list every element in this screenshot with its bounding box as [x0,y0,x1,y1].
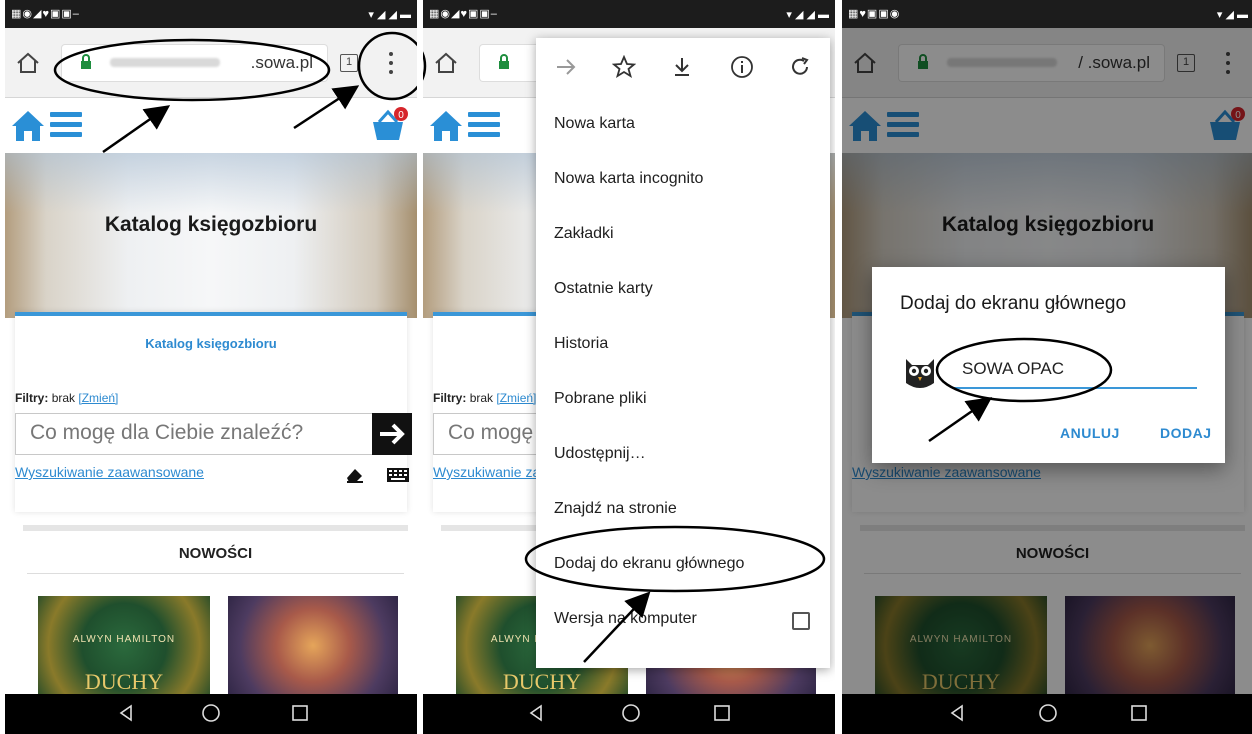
status-bar: ▦♥▣▣◉ ▾ ◢ ▬ [842,0,1252,28]
home-icon[interactable] [15,50,41,76]
browser-toolbar: .sowa.pl 1 [5,28,417,98]
desktop-site-checkbox[interactable] [792,612,810,630]
search-tools [347,468,409,483]
eraser-icon [347,469,362,482]
system-indicators: ▾ ◢ ◢ ▬ [368,9,411,21]
book-cover-2[interactable] [228,596,398,706]
screenshot-panel-2: ▦◉◢♥▣▣– ▾ ◢ ◢ ▬ Filtry: brak [Zmień] Co … [423,0,835,734]
menu-item-share[interactable]: Udostępnij… [554,445,646,463]
menu-item-find-in-page[interactable]: Znajdź na stronie [554,500,677,518]
screenshot-panel-3: ▦♥▣▣◉ ▾ ◢ ▬ / .sowa.pl 1 0 Katalog księg… [842,0,1252,734]
status-bar: ▦◉◢♥▣▣– ▾ ◢ ◢ ▬ [5,0,417,28]
android-nav-bar [423,694,835,734]
url-domain: .sowa.pl [250,53,313,72]
site-header: 0 [5,98,417,153]
search-input[interactable]: Co mogę dla Ciebie znaleźć? [15,413,375,455]
site-home-icon[interactable] [9,108,47,144]
advanced-search-link[interactable]: Wyszukiwanie zaawansowane [15,464,204,480]
home-icon[interactable] [433,50,459,76]
forward-icon[interactable] [554,55,578,79]
home-circle-icon[interactable] [1038,703,1058,723]
desktop-site-label: Wersja na komputer [554,610,697,627]
blurred-subdomain [110,58,220,67]
notification-icons: ▦◉◢♥▣▣– [429,8,498,20]
basket-icon[interactable]: 0 [369,106,409,144]
hamburger-menu-icon[interactable] [468,112,500,138]
filters-value: brak [51,391,76,405]
book-cover-1[interactable]: ALWYN HAMILTON DUCHY [38,596,210,706]
filters-label: Filtry: [15,391,49,405]
status-bar: ▦◉◢♥▣▣– ▾ ◢ ◢ ▬ [423,0,835,28]
android-nav-bar [842,694,1252,734]
menu-item-desktop-site[interactable]: Wersja na komputer [554,610,824,630]
more-menu-icon[interactable] [388,52,394,74]
system-indicators: ▾ ◢ ◢ ▬ [786,9,829,21]
search-submit-arrow-icon[interactable] [372,413,412,455]
cancel-button[interactable]: ANULUJ [1060,425,1120,441]
search-card-title: Katalog księgozbioru [145,336,277,351]
back-icon[interactable] [117,703,135,723]
menu-item-downloads[interactable]: Pobrane pliki [554,390,647,408]
notification-icons: ▦◉◢♥▣▣– [11,8,80,20]
filters-label: Filtry: [433,391,467,405]
android-nav-bar [5,694,417,734]
recents-icon[interactable] [713,703,731,723]
menu-item-incognito[interactable]: Nowa karta incognito [554,170,703,188]
filters-line: Filtry: brak [Zmień] [15,391,118,405]
back-icon[interactable] [948,703,966,723]
notification-icons: ▦♥▣▣◉ [848,8,901,20]
add-to-home-dialog: Dodaj do ekranu głównego SOWA OPAC ANULU… [872,267,1225,463]
dialog-title: Dodaj do ekranu głównego [900,293,1127,314]
tab-switcher-button[interactable]: 1 [340,54,358,72]
filters-change-link[interactable]: [Zmień] [496,391,536,405]
filters-value: brak [469,391,494,405]
menu-item-new-tab[interactable]: Nowa karta [554,115,635,133]
book-title: DUCHY [502,669,582,694]
owl-app-icon [906,359,934,388]
download-icon[interactable] [670,55,694,79]
reload-icon[interactable] [788,55,812,79]
panel-divider [835,0,842,734]
hero-banner: Katalog księgozbioru [5,153,417,318]
lock-icon [81,54,91,69]
book-author: ALWYN HAMILTON [72,634,176,645]
menu-item-bookmarks[interactable]: Zakładki [554,225,614,243]
site-home-icon[interactable] [427,108,465,144]
screenshot-panel-1: ▦◉◢♥▣▣– ▾ ◢ ◢ ▬ .sowa.pl 1 0 Katalog ksi… [5,0,417,734]
add-button[interactable]: DODAJ [1160,425,1212,441]
menu-icon-row [536,38,830,98]
hamburger-menu-icon[interactable] [50,112,82,138]
home-circle-icon[interactable] [201,703,221,723]
browser-overflow-menu: Nowa karta Nowa karta incognito Zakładki… [536,38,830,668]
menu-item-history[interactable]: Historia [554,335,608,353]
home-circle-icon[interactable] [621,703,641,723]
shortcut-name-input[interactable]: SOWA OPAC [952,359,1197,389]
recents-icon[interactable] [291,703,309,723]
info-icon[interactable] [730,55,754,79]
filters-line: Filtry: brak [Zmień] [433,391,536,405]
svg-text:0: 0 [398,110,404,121]
menu-item-add-to-home-screen[interactable]: Dodaj do ekranu głównego [554,555,744,573]
section-title: NOWOŚCI [178,545,253,562]
system-indicators: ▾ ◢ ▬ [1216,9,1248,21]
lock-icon [499,54,509,69]
filters-change-link[interactable]: [Zmień] [78,391,118,405]
book-title: DUCHY [84,669,164,694]
section-divider [27,573,404,574]
back-icon[interactable] [527,703,545,723]
hero-title: Katalog księgozbioru [104,213,318,236]
recents-icon[interactable] [1130,703,1148,723]
star-icon[interactable] [612,55,636,79]
menu-item-recent-tabs[interactable]: Ostatnie karty [554,280,653,298]
address-bar[interactable]: .sowa.pl [62,45,327,81]
